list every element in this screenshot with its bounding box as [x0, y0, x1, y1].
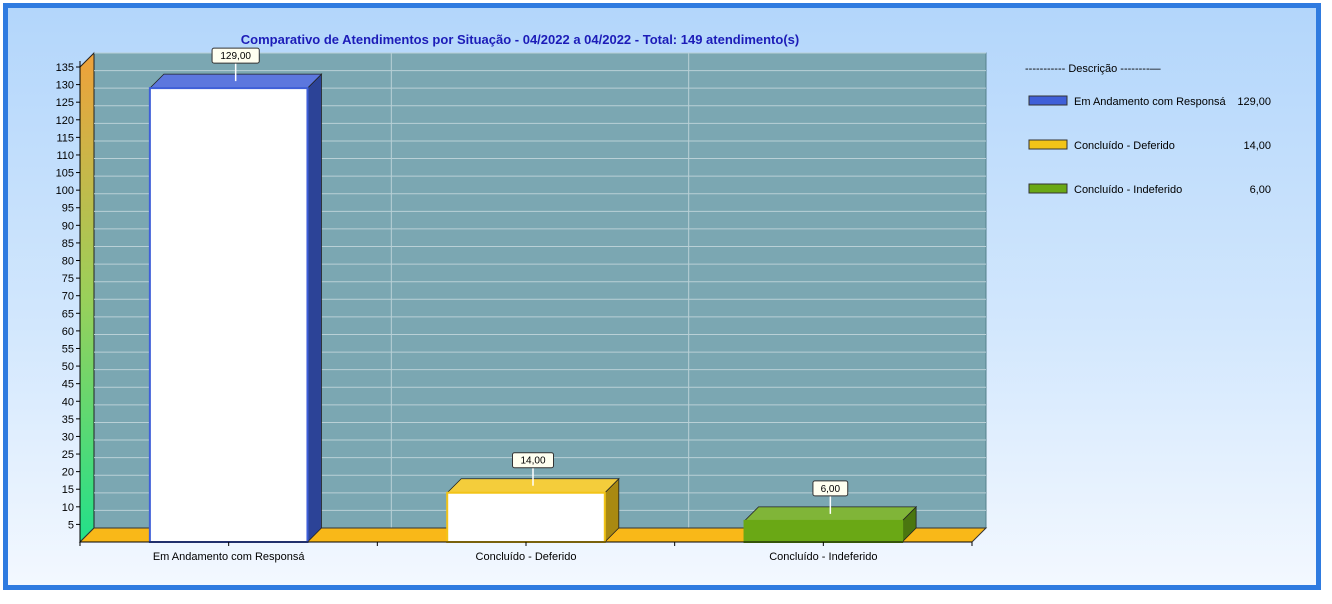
y-tick-label: 50	[62, 361, 74, 373]
y-tick-label: 80	[62, 256, 74, 268]
y-tick-label: 60	[62, 326, 74, 338]
legend-swatch	[1028, 183, 1068, 194]
plot-left-wall	[79, 51, 95, 544]
bar-side	[307, 73, 322, 543]
y-tick-label: 65	[62, 308, 74, 320]
legend-label: Em Andamento com Responsá	[1074, 96, 1227, 108]
y-tick-label: 115	[56, 132, 74, 144]
legend-header: ----------- Descrição --------—	[1025, 63, 1161, 75]
y-tick-label: 105	[56, 168, 74, 180]
bar	[446, 491, 606, 544]
y-tick-label: 45	[62, 379, 74, 391]
y-tick-label: 90	[62, 220, 74, 232]
y-tick-label: 130	[56, 80, 74, 92]
chart-title: Comparativo de Atendimentos por Situação…	[241, 32, 799, 47]
y-tick-label: 10	[62, 502, 74, 514]
bar-chart: Comparativo de Atendimentos por Situação…	[56, 32, 1271, 563]
legend-swatch	[1028, 139, 1068, 150]
y-tick-label: 70	[62, 291, 74, 303]
y-tick-label: 35	[62, 414, 74, 426]
legend-label: Concluído - Indeferido	[1074, 184, 1182, 196]
legend-label: Concluído - Deferido	[1074, 140, 1175, 152]
x-tick-label: Concluído - Indeferido	[769, 551, 877, 563]
y-tick-label: 75	[62, 273, 74, 285]
y-tick-label: 15	[62, 484, 74, 496]
legend-value: 6,00	[1250, 184, 1271, 196]
legend-value: 14,00	[1243, 140, 1271, 152]
y-tick-label: 40	[62, 396, 74, 408]
legend-value: 129,00	[1237, 96, 1271, 108]
x-tick-label: Em Andamento com Responsá	[153, 551, 306, 563]
y-tick-label: 110	[56, 150, 74, 162]
y-tick-label: 85	[62, 238, 74, 250]
y-tick-label: 120	[56, 115, 74, 127]
y-tick-label: 55	[62, 343, 74, 355]
y-tick-label: 5	[68, 519, 74, 531]
legend-swatch	[1028, 95, 1068, 106]
data-label: 129,00	[220, 51, 251, 62]
bar	[743, 519, 904, 544]
y-tick-label: 125	[56, 97, 74, 109]
y-tick-label: 135	[56, 62, 74, 74]
x-tick-label: Concluído - Deferido	[476, 551, 577, 563]
bar	[148, 87, 309, 543]
y-tick-label: 95	[62, 203, 74, 215]
y-tick-label: 25	[62, 449, 74, 461]
data-label: 6,00	[821, 484, 841, 495]
y-tick-label: 20	[62, 467, 74, 479]
data-label: 14,00	[520, 456, 545, 467]
y-tick-label: 100	[56, 185, 74, 197]
y-tick-label: 30	[62, 431, 74, 443]
